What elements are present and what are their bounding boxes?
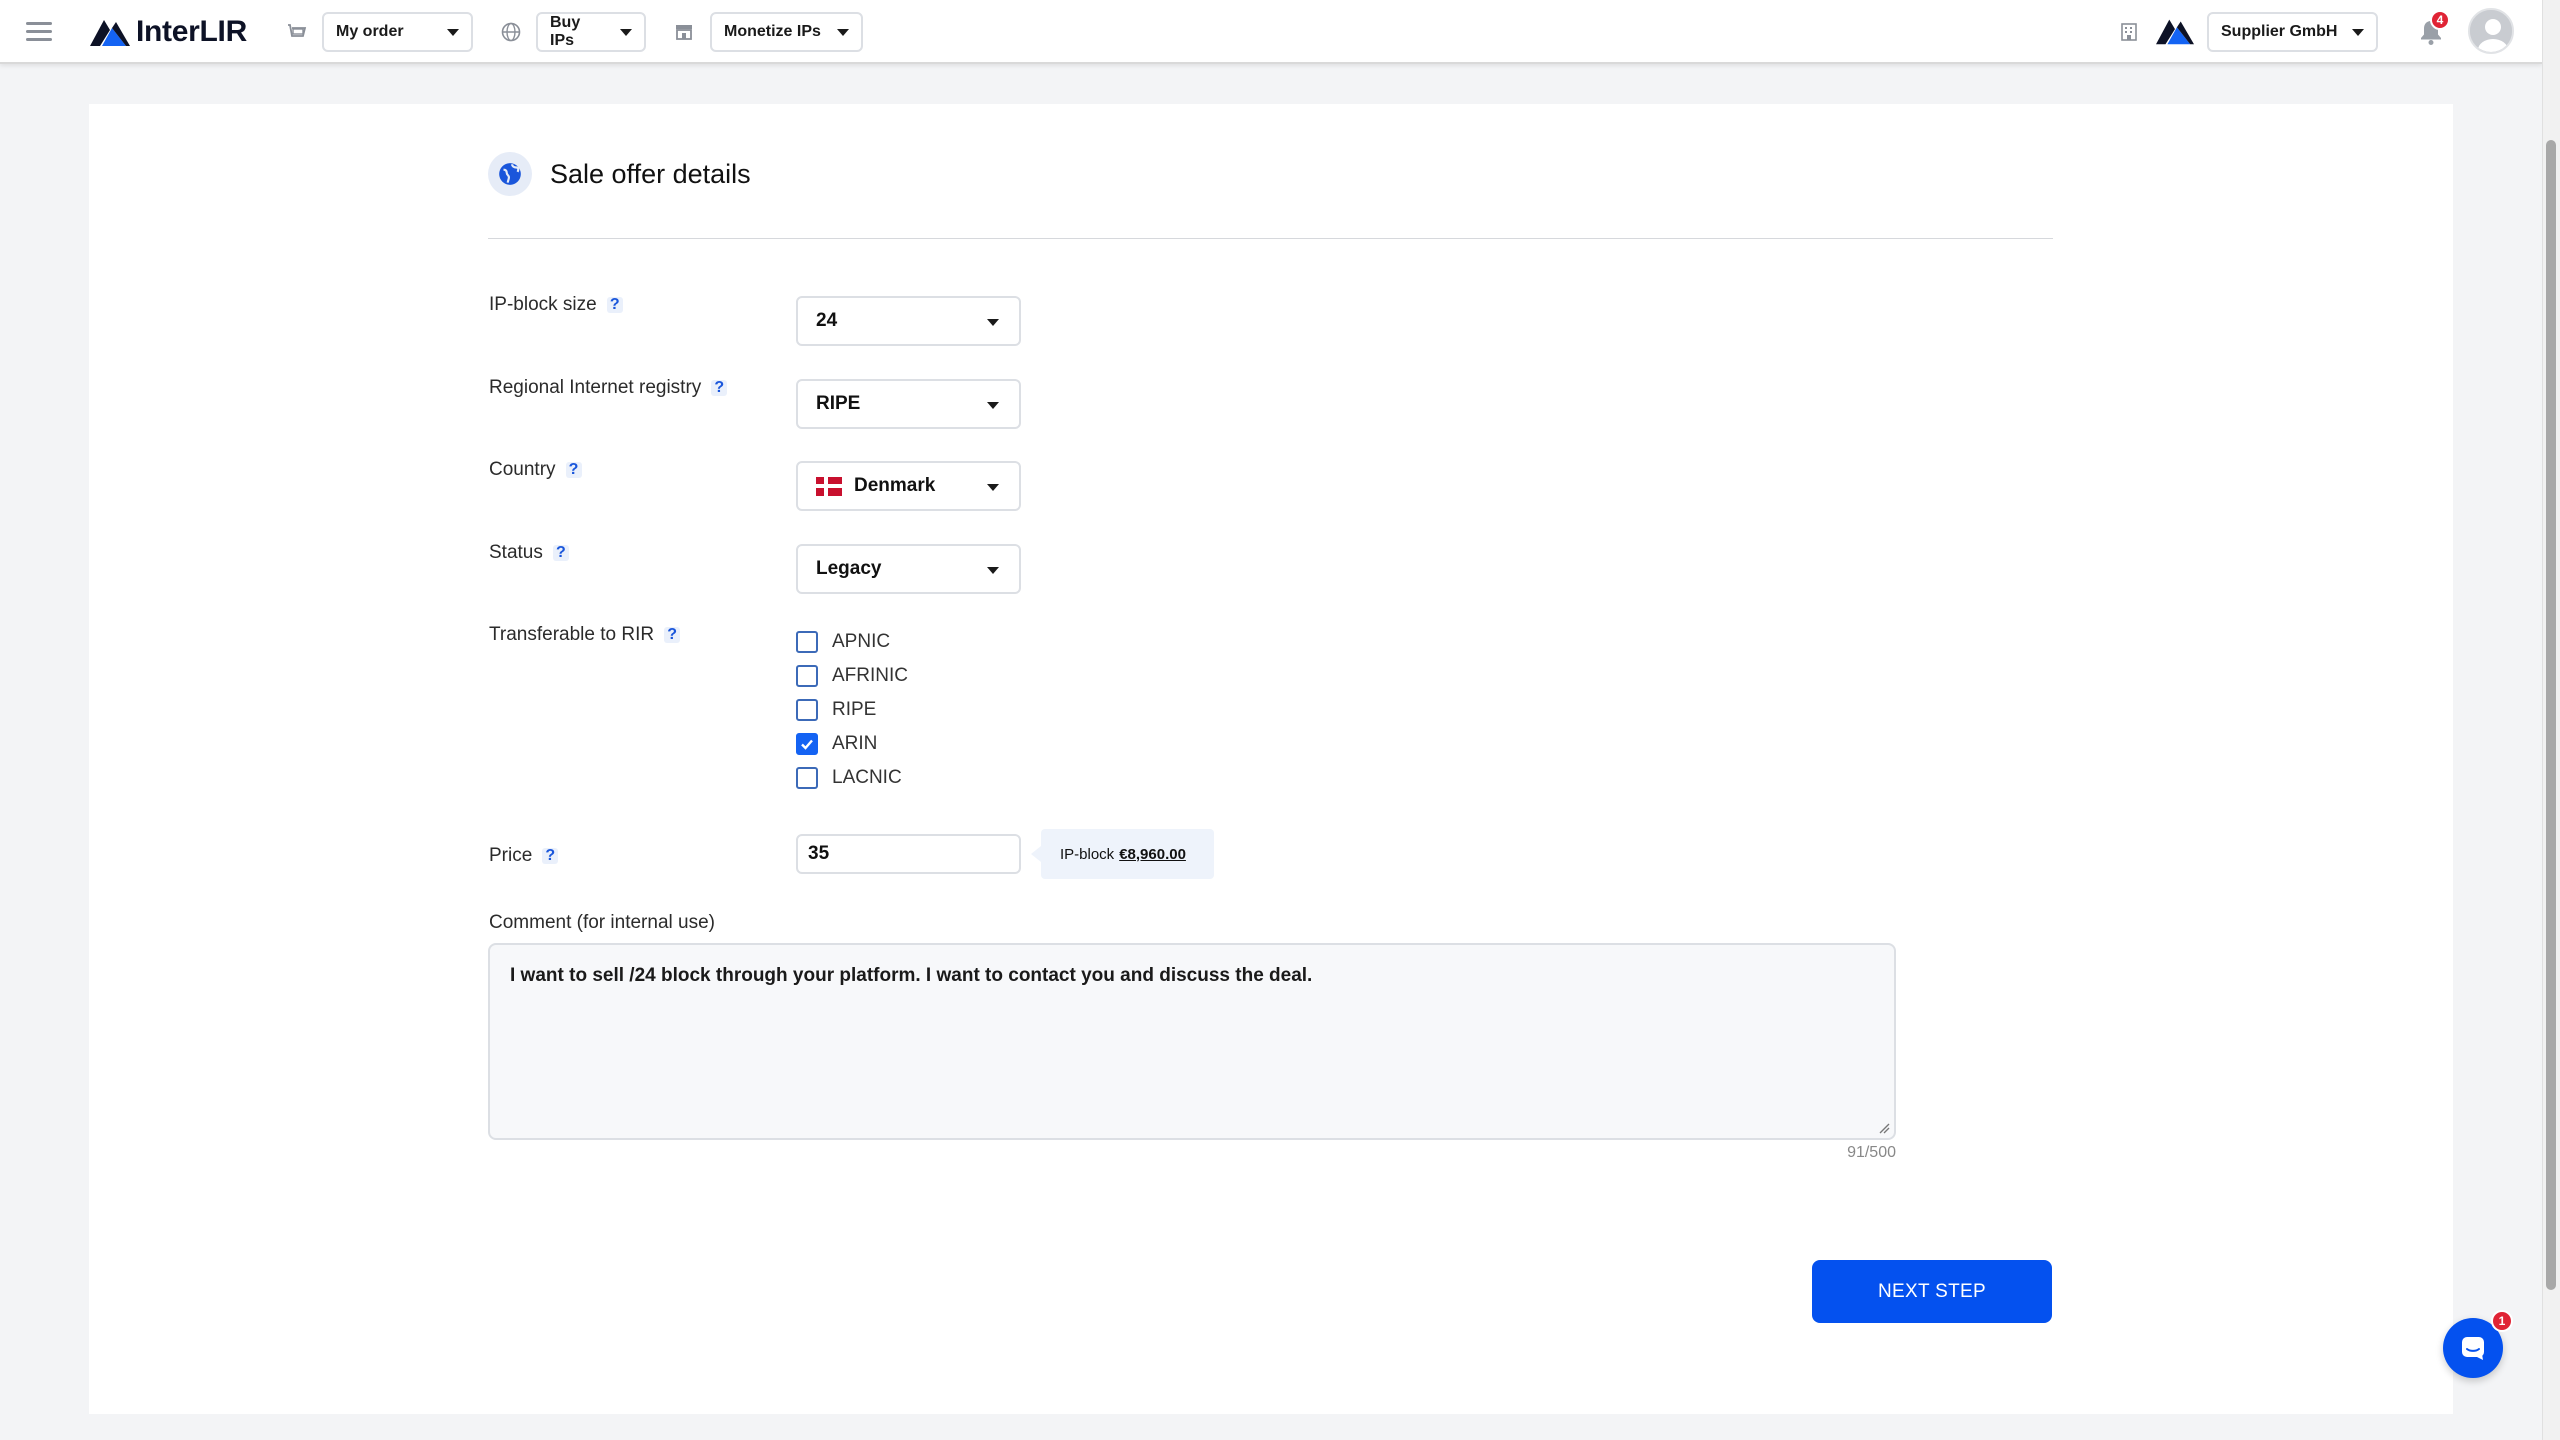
section-title: Sale offer details — [550, 158, 751, 189]
transferable-label-text: Transferable to RIR — [489, 624, 655, 645]
character-counter: 91/500 — [1847, 1144, 1896, 1161]
block-size-value: 24 — [816, 310, 838, 331]
country-label: Country ? — [489, 459, 582, 481]
interlir-logo-icon — [90, 20, 130, 46]
comment-textarea[interactable]: I want to sell /24 block through your pl… — [488, 943, 1896, 1140]
help-icon[interactable]: ? — [606, 296, 623, 313]
chevron-down-icon — [987, 402, 999, 409]
registry-label: Regional Internet registry ? — [489, 377, 728, 399]
building-icon — [2118, 21, 2140, 43]
checkbox[interactable] — [796, 767, 818, 789]
app-name: InterLIR — [136, 15, 247, 48]
status-value: Legacy — [816, 558, 882, 579]
checkbox-label: ARIN — [832, 733, 878, 754]
help-icon[interactable]: ? — [711, 379, 728, 396]
checkbox-checked[interactable] — [796, 733, 818, 755]
globe-icon — [488, 152, 532, 196]
block-size-label: IP-block size ? — [489, 294, 623, 316]
price-total-tooltip: IP-block €8,960.00 — [1031, 829, 1214, 879]
user-avatar[interactable] — [2468, 8, 2514, 54]
section-divider — [488, 238, 2053, 239]
menu-icon[interactable] — [26, 22, 52, 42]
checkbox-label: APNIC — [832, 631, 891, 652]
country-value: Denmark — [854, 475, 936, 496]
monetize-ips-dropdown[interactable]: Monetize IPs — [710, 12, 863, 52]
country-label-text: Country — [489, 459, 556, 480]
section-header: Sale offer details — [488, 152, 751, 196]
my-order-dropdown[interactable]: My order — [322, 12, 473, 52]
resize-handle-icon[interactable] — [1878, 1122, 1890, 1134]
checkbox-label: RIPE — [832, 699, 877, 720]
buy-ips-dropdown[interactable]: Buy IPs — [536, 12, 646, 52]
checkbox-lacnic[interactable]: LACNIC — [796, 767, 902, 789]
price-label: Price ? — [489, 845, 559, 867]
company-label: Supplier GmbH — [2221, 23, 2338, 40]
chevron-down-icon — [837, 28, 849, 36]
checkbox-afrinic[interactable]: AFRINIC — [796, 665, 908, 687]
block-size-label-text: IP-block size — [489, 294, 597, 315]
status-label-text: Status — [489, 542, 543, 563]
content-card — [89, 104, 2453, 1414]
buy-ips-label: Buy IPs — [550, 14, 581, 49]
next-step-button[interactable]: NEXT STEP — [1812, 1260, 2052, 1323]
block-size-select[interactable]: 24 — [796, 296, 1021, 346]
comment-text: I want to sell /24 block through your pl… — [510, 965, 1313, 986]
page-scrollbar-thumb[interactable] — [2546, 140, 2556, 1290]
globe-icon — [500, 21, 522, 43]
my-order-label: My order — [336, 23, 404, 40]
user-icon — [2470, 10, 2512, 52]
checkbox[interactable] — [796, 699, 818, 721]
chevron-down-icon — [987, 484, 999, 491]
denmark-flag-icon — [816, 476, 842, 496]
checkbox[interactable] — [796, 631, 818, 653]
checkbox[interactable] — [796, 665, 818, 687]
registry-label-text: Regional Internet registry — [489, 377, 702, 398]
price-input[interactable]: 35 — [796, 834, 1021, 874]
comment-label: Comment (for internal use) — [489, 912, 715, 933]
help-icon[interactable]: ? — [664, 626, 681, 643]
transferable-label: Transferable to RIR ? — [489, 624, 681, 646]
help-icon[interactable]: ? — [552, 544, 569, 561]
country-select[interactable]: Denmark — [796, 461, 1021, 511]
help-icon[interactable]: ? — [565, 461, 582, 478]
chat-unread-badge: 1 — [2491, 1310, 2513, 1332]
monetize-ips-label: Monetize IPs — [724, 23, 821, 40]
help-icon[interactable]: ? — [542, 847, 559, 864]
price-tip-amount[interactable]: €8,960.00 — [1119, 846, 1186, 863]
chevron-down-icon — [2352, 28, 2364, 36]
store-icon — [673, 21, 695, 43]
status-label: Status ? — [489, 542, 569, 564]
checkbox-ripe[interactable]: RIPE — [796, 699, 876, 721]
app-logo[interactable]: InterLIR — [90, 14, 247, 50]
cart-icon — [285, 21, 307, 43]
company-dropdown[interactable]: Supplier GmbH — [2207, 12, 2378, 52]
checkbox-label: LACNIC — [832, 767, 902, 788]
chevron-down-icon — [987, 567, 999, 574]
checkmark-icon — [801, 739, 813, 750]
registry-value: RIPE — [816, 393, 861, 414]
top-navigation-bar: InterLIR My order Buy IPs Monetize IPs S… — [0, 0, 2542, 64]
checkbox-label: AFRINIC — [832, 665, 908, 686]
status-select[interactable]: Legacy — [796, 544, 1021, 594]
price-tip-prefix: IP-block — [1060, 845, 1115, 863]
chevron-down-icon — [987, 319, 999, 326]
chevron-down-icon — [620, 28, 632, 36]
chat-icon — [2462, 1337, 2484, 1360]
chevron-down-icon — [447, 28, 459, 36]
checkbox-apnic[interactable]: APNIC — [796, 631, 890, 653]
company-logo-icon — [2156, 15, 2194, 47]
price-label-text: Price — [489, 845, 533, 866]
notifications-badge: 4 — [2430, 10, 2450, 30]
checkbox-arin[interactable]: ARIN — [796, 733, 877, 755]
registry-select[interactable]: RIPE — [796, 379, 1021, 429]
